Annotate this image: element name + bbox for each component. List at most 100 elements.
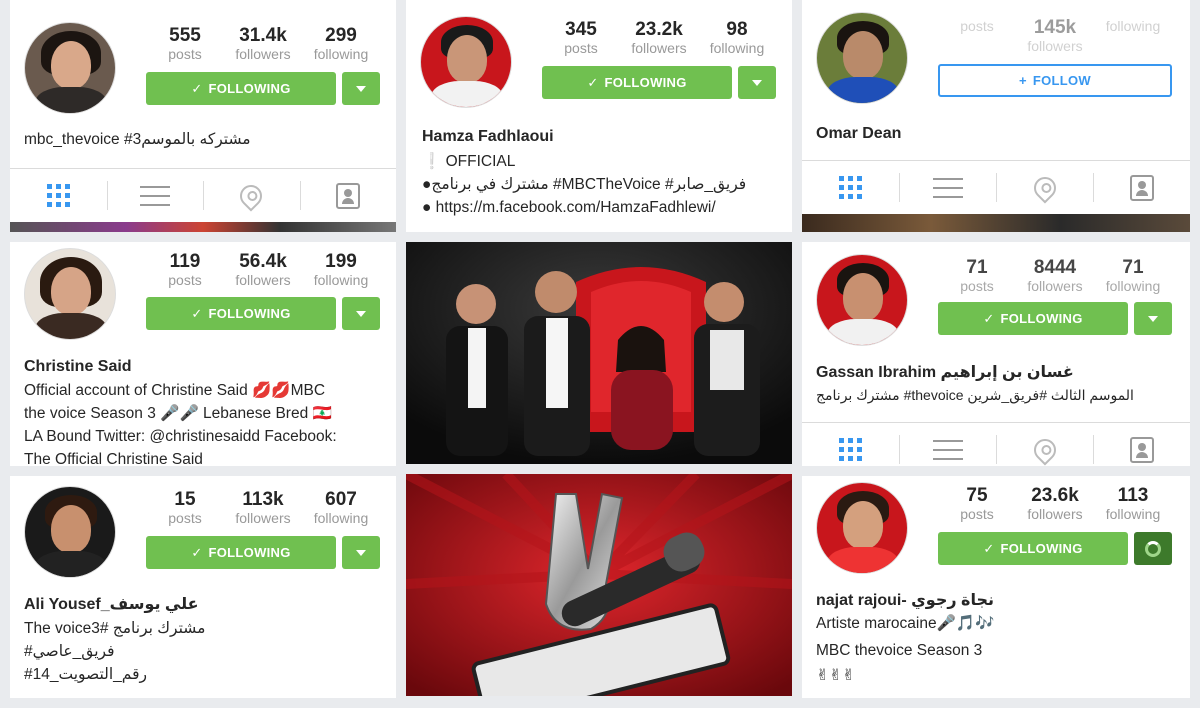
following-stat[interactable]: 98 following [698, 20, 776, 57]
list-icon [932, 439, 963, 460]
posts-stat[interactable]: 119 posts [146, 252, 224, 289]
bio-line: #رقم_التصويت_14 [24, 666, 148, 683]
check-icon: ✓ [587, 74, 599, 90]
tagged-user-icon [1129, 436, 1154, 463]
posts-stat[interactable]: posts [938, 18, 1016, 54]
profile-tabs [802, 160, 1190, 214]
bio-line: LA Bound Twitter: @christinesaidd Facebo… [24, 428, 337, 445]
avatar[interactable] [816, 254, 908, 346]
posts-stat[interactable]: 345 posts [542, 20, 620, 57]
followers-stat[interactable]: 23.2k followers [620, 20, 698, 57]
grid-icon [839, 438, 862, 461]
bio-line: #فريق_عاصي [24, 643, 115, 660]
dropdown-button[interactable] [1134, 532, 1172, 565]
bio-line: ●مشترك في برنامج #MBCTheVoice #فريق_صابر [422, 176, 747, 193]
follow-button[interactable]: + FOLLOW [938, 64, 1172, 97]
profile-card-2: 345 posts 23.2k followers 98 following ✓ FOL… [406, 0, 792, 232]
bio-line: mbc_thevoice #مشتركه بالموسم3 [24, 131, 251, 148]
following-button[interactable]: ✓ FOLLOWING [146, 536, 336, 569]
bio-line: the voice Season 3 🎤🎤 Lebanese Bred 🇱🇧 [24, 405, 332, 422]
tab-tagged[interactable] [299, 169, 397, 222]
avatar[interactable] [420, 16, 512, 108]
following-button[interactable]: ✓ FOLLOWING [146, 297, 336, 330]
followers-stat[interactable]: 23.6k followers [1016, 486, 1094, 523]
tab-list[interactable] [899, 161, 996, 214]
following-stat[interactable]: 299 following [302, 26, 380, 63]
posts-stat[interactable]: 71 posts [938, 258, 1016, 295]
profile-tabs [10, 168, 396, 222]
bio-line: ✌✌✌ [816, 667, 855, 684]
avatar[interactable] [24, 248, 116, 340]
bio-line: The voice3# مشترك برنامج [24, 620, 206, 637]
bio-line: Official account of Christine Said 💋💋MBC [24, 382, 326, 399]
dropdown-button[interactable] [342, 72, 380, 105]
check-icon: ✓ [191, 544, 203, 560]
followers-stat[interactable]: 31.4k followers [224, 26, 302, 63]
profile-tabs [802, 422, 1190, 466]
followers-stat[interactable]: 113k followers [224, 490, 302, 527]
location-pin-icon [1028, 433, 1061, 466]
followers-stat[interactable]: 56.4k followers [224, 252, 302, 289]
dropdown-button[interactable] [342, 536, 380, 569]
bio-line: ❕ OFFICIAL [422, 153, 516, 170]
tab-grid[interactable] [10, 169, 107, 222]
followers-stat[interactable]: 8444 followers [1016, 258, 1094, 295]
profile-card-4: 119 posts 56.4k followers 199 following ✓ FO… [10, 242, 396, 466]
the-voice-logo-illustration [406, 474, 792, 696]
followers-stat[interactable]: 145k followers [1016, 18, 1094, 55]
profile-name: Gassan Ibrahim غسان بن إبراهيم [816, 364, 1074, 381]
location-pin-icon [235, 179, 267, 212]
tab-tagged[interactable] [1093, 161, 1190, 214]
bio-line: Artiste marocaine🎤🎵🎶 [816, 615, 995, 632]
tagged-user-icon [1129, 174, 1154, 201]
tab-list[interactable] [899, 423, 996, 466]
tab-location[interactable] [203, 169, 300, 222]
check-icon: ✓ [983, 540, 995, 556]
loading-spinner-icon [1145, 540, 1161, 557]
profile-stats: 15 posts 113k followers 607 following [146, 490, 380, 527]
profile-stats: 71 posts 8444 followers 71 following [938, 258, 1172, 295]
following-stat[interactable]: 607 following [302, 490, 380, 527]
profile-card-1: 555 posts 31.4k followers 299 following ✓ FO… [10, 0, 396, 232]
profile-card-7: 75 posts 23.6k followers 113 following ✓ FOL… [802, 476, 1190, 698]
posts-stat[interactable]: 75 posts [938, 486, 1016, 523]
dropdown-button[interactable] [1134, 302, 1172, 335]
following-stat[interactable]: 71 following [1094, 258, 1172, 295]
tab-tagged[interactable] [1093, 423, 1190, 466]
plus-icon: + [1018, 73, 1027, 88]
avatar[interactable] [816, 12, 908, 104]
posts-stat[interactable]: 15 posts [146, 490, 224, 527]
tab-list[interactable] [106, 169, 204, 222]
check-icon: ✓ [983, 310, 995, 326]
following-button[interactable]: ✓ FOLLOWING [938, 532, 1128, 565]
the-voice-logo-image [406, 474, 792, 696]
profile-stats: 345 posts 23.2k followers 98 following [542, 20, 776, 57]
profile-stats: 119 posts 56.4k followers 199 following [146, 252, 380, 289]
profile-card-6: 15 posts 113k followers 607 following ✓ FOLL… [10, 476, 396, 698]
avatar[interactable] [24, 486, 116, 578]
posts-stat[interactable]: 555 posts [146, 26, 224, 63]
bio-line: The Official Christine Said [24, 451, 203, 466]
chevron-down-icon [1148, 315, 1158, 322]
following-stat[interactable]: 113 following [1094, 486, 1172, 523]
avatar[interactable] [24, 22, 116, 114]
tab-location[interactable] [996, 161, 1093, 214]
dropdown-button[interactable] [738, 66, 776, 99]
list-icon [932, 177, 963, 198]
tab-location[interactable] [996, 423, 1093, 466]
chevron-down-icon [356, 310, 366, 317]
grid-icon [46, 184, 70, 207]
following-button[interactable]: ✓ FOLLOWING [542, 66, 732, 99]
avatar[interactable] [816, 482, 908, 574]
following-stat[interactable]: following [1094, 18, 1172, 54]
chevron-down-icon [356, 549, 366, 556]
coaches-photo [406, 242, 792, 464]
following-stat[interactable]: 199 following [302, 252, 380, 289]
profile-name: Ali Yousef_علي يوسف [24, 596, 199, 613]
dropdown-button[interactable] [342, 297, 380, 330]
photo-strip [10, 222, 396, 232]
tab-grid[interactable] [802, 161, 899, 214]
following-button[interactable]: ✓ FOLLOWING [938, 302, 1128, 335]
following-button[interactable]: ✓ FOLLOWING [146, 72, 336, 105]
tab-grid[interactable] [802, 423, 899, 466]
